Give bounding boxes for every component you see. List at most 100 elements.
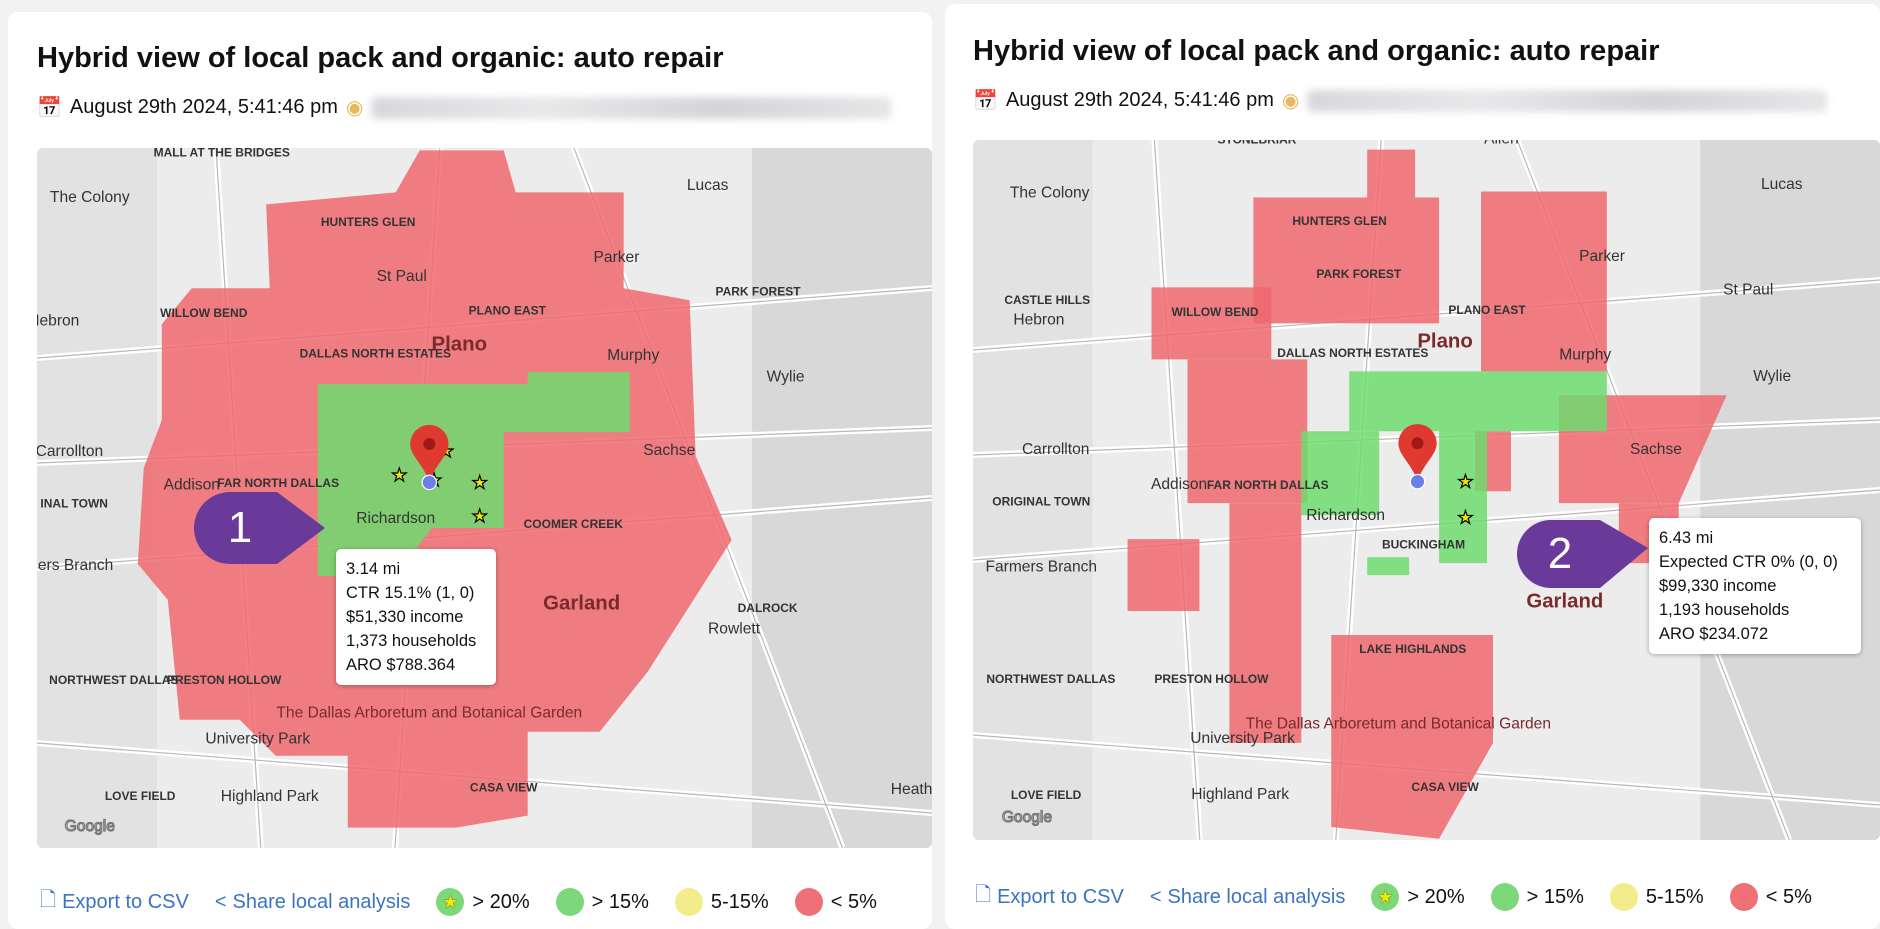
map-place-label: Garland	[543, 592, 620, 614]
map-place-label: FAR NORTH DALLAS	[217, 476, 339, 490]
map-place-label: Highland Park	[221, 788, 319, 805]
map-place-label: Hebron	[1013, 312, 1064, 329]
tooltip-ctr: CTR 15.1% (1, 0)	[346, 584, 475, 602]
map-place-label: Allen	[1484, 140, 1519, 148]
map-place-label: Murphy	[607, 347, 659, 364]
ctr-region-high	[1301, 431, 1380, 516]
map-place-label: Highland Park	[1191, 786, 1289, 803]
map-place-label: Google	[1002, 809, 1052, 826]
legend: ★ > 20% > 15% 5-15% < 5%	[1371, 883, 1838, 911]
map-panel-1[interactable]: MALL AT THE BRIDGES The Colony Lucas HUNTER…	[37, 148, 932, 848]
export-csv-link[interactable]: 🗋 Export to CSV	[975, 880, 1124, 914]
export-label: Export to CSV	[997, 885, 1124, 908]
business-star-icon: ★	[472, 506, 488, 526]
legend-swatch	[1729, 883, 1758, 911]
callout-marker-1: 1	[194, 492, 325, 564]
tooltip-households: 1,193 households	[1659, 601, 1790, 619]
map-place-label: DALROCK	[738, 601, 798, 615]
map-place-label: Richardson	[356, 510, 435, 527]
map-place-label: Farmers Branch	[986, 559, 1098, 576]
map-place-label: Farmers Branch	[37, 557, 113, 574]
legend-item: ★ > 20%	[1371, 883, 1465, 911]
legend-label: > 15%	[1526, 885, 1584, 908]
map-place-label: PRESTON HOLLOW	[1154, 672, 1269, 686]
legend-label: > 20%	[472, 890, 530, 913]
map-place-label: CASA VIEW	[470, 781, 538, 795]
legend-item: > 15%	[1490, 883, 1584, 911]
map-place-label: The Dallas Arboretum and Botanical Garde…	[276, 704, 582, 721]
legend-swatch	[1609, 883, 1638, 911]
map-canvas[interactable]: Allen STONEBRIAR The Colony Lucas HUNTERS GL…	[973, 140, 1880, 840]
pin-dot	[423, 438, 436, 451]
map-place-label: DALLAS NORTH ESTATES	[300, 347, 451, 361]
star-icon: ★	[1371, 883, 1400, 911]
ctr-region-low	[1127, 539, 1200, 612]
share-icon: <	[1149, 885, 1162, 908]
map-place-label: University Park	[1190, 730, 1295, 747]
map-place-label: Heath	[891, 781, 932, 798]
map-place-label: Lucas	[687, 177, 729, 194]
map-place-label: Wylie	[767, 369, 805, 386]
map-panel-2[interactable]: Allen STONEBRIAR The Colony Lucas HUNTERS GL…	[973, 140, 1880, 840]
legend-item: 5-15%	[674, 888, 769, 916]
map-place-label: LOVE FIELD	[1011, 788, 1082, 802]
ctr-region-low	[1229, 503, 1302, 743]
legend-label: < 5%	[830, 890, 877, 913]
share-analysis-link[interactable]: < Share local analysis	[215, 891, 411, 914]
business-star-icon: ★	[391, 465, 407, 485]
panel-2-meta: 📅 August 29th 2024, 5:41:46 pm ◉	[973, 88, 1828, 113]
map-place-label: University Park	[205, 731, 310, 748]
map-place-label: WILLOW BEND	[1171, 305, 1258, 319]
map-place-label: PARK FOREST	[716, 284, 802, 298]
map-place-label: INAL TOWN	[40, 497, 107, 511]
user-location-dot	[1409, 473, 1426, 490]
map-place-label: STONEBRIAR	[1218, 140, 1297, 147]
map-place-label: HUNTERS GLEN	[321, 215, 416, 229]
legend-item: < 5%	[794, 888, 877, 916]
map-place-label: CASTLE HILLS	[1004, 293, 1090, 307]
ctr-region-low	[1151, 287, 1272, 360]
map-place-label: Rowlett	[708, 620, 761, 637]
ctr-region-low	[1367, 149, 1416, 198]
ctr-region-high	[1367, 557, 1410, 576]
pin-dot	[1411, 437, 1424, 450]
map-place-label: Carrollton	[1022, 441, 1089, 458]
callout-number: 1	[228, 503, 252, 552]
tooltip-distance: 3.14 mi	[346, 560, 401, 578]
legend-swatch	[1490, 883, 1519, 911]
map-place-label: HUNTERS GLEN	[1292, 214, 1386, 228]
map-place-label: Murphy	[1559, 346, 1611, 363]
tooltip-households: 1,373 households	[346, 632, 477, 650]
share-analysis-link[interactable]: < Share local analysis	[1150, 886, 1346, 909]
business-star-icon: ★	[1457, 508, 1473, 528]
map-place-label: Wylie	[1753, 368, 1791, 385]
map-place-label: MALL AT THE BRIDGES	[154, 148, 290, 159]
panel-1-title: Hybrid view of local pack and organic: a…	[37, 42, 724, 74]
legend-label: > 20%	[1407, 885, 1465, 908]
calendar-icon: 📅	[973, 90, 998, 112]
map-place-label: WILLOW BEND	[160, 306, 248, 320]
map-place-label: LOVE FIELD	[105, 789, 176, 803]
map-place-label: Sachse	[1630, 441, 1682, 458]
map-place-label: FAR NORTH DALLAS	[1207, 478, 1329, 492]
panel-1-footer: 🗋 Export to CSV < Share local analysis ★ > …	[40, 885, 903, 919]
map-place-label: PARK FOREST	[1316, 267, 1402, 281]
calendar-icon: 📅	[37, 97, 62, 119]
map-tooltip-2: 6.43 mi Expected CTR 0% (0, 0) $99,330 i…	[1649, 518, 1861, 654]
legend-label: < 5%	[1765, 885, 1812, 908]
legend-label: 5-15%	[1645, 885, 1704, 908]
map-canvas[interactable]: MALL AT THE BRIDGES The Colony Lucas HUNTER…	[37, 148, 932, 848]
export-csv-link[interactable]: 🗋 Export to CSV	[40, 885, 189, 919]
map-place-label: NORTHWEST DALLAS	[986, 672, 1115, 686]
business-star-icon: ★	[472, 472, 488, 492]
legend: ★ > 20% > 15% 5-15% < 5%	[436, 888, 903, 916]
file-download-icon: 🗋	[975, 884, 992, 906]
report-date: August 29th 2024, 5:41:46 pm	[69, 96, 338, 118]
map-place-label: Parker	[1579, 248, 1625, 265]
map-place-label: St Paul	[377, 268, 427, 285]
map-place-label: LAKE HIGHLANDS	[1359, 642, 1466, 656]
tooltip-income: $99,330 income	[1659, 577, 1777, 595]
tooltip-aro: ARO $788.364	[346, 656, 456, 674]
map-place-label: Carrollton	[37, 443, 103, 460]
map-place-label: Hebron	[37, 312, 79, 329]
